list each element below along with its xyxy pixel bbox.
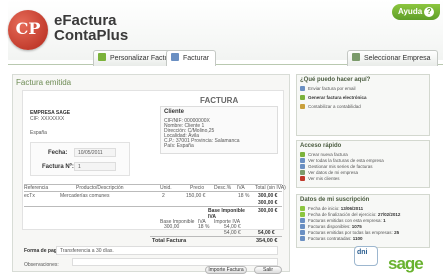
list-icon	[300, 158, 305, 163]
subscription-value: 1075	[351, 224, 362, 229]
importe-factura-button[interactable]: Importe Factura	[205, 266, 247, 274]
table-divider	[24, 191, 282, 192]
salir-button[interactable]: Salir	[254, 266, 282, 274]
logo-text: CP	[15, 19, 41, 38]
quick-link-label: Gestionar mis series de facturas	[308, 164, 373, 169]
actions-box-title: ¿Qué puedo hacer aquí?	[300, 77, 371, 83]
tab-label: Seleccionar Empresa	[364, 55, 431, 62]
subscription-value: 1	[383, 218, 386, 223]
help-icon: ?	[424, 7, 435, 17]
total-value: 354,00 €	[256, 238, 278, 244]
emitter-country: España	[30, 130, 47, 136]
building-icon	[300, 170, 305, 175]
observaciones-field[interactable]	[72, 258, 278, 266]
emitter-cif: CIF: XXXXXXX	[30, 116, 65, 122]
total-divider	[150, 236, 282, 237]
numero-field[interactable]: 1	[74, 162, 116, 171]
subscription-row: Facturas contratadas: 1100	[300, 236, 363, 242]
action-label: Enviar factura por email	[308, 86, 356, 91]
subscription-value: 27/02/2012	[377, 212, 401, 217]
sage-logo: sage	[388, 254, 424, 273]
quick-link-label: Ver mis clientes	[308, 176, 340, 181]
base-value: 300,00 €	[258, 208, 278, 214]
button-label: Salir	[262, 267, 273, 273]
total-label: Total Factura	[152, 238, 187, 244]
invoice-icon	[300, 218, 305, 223]
new-invoice-icon	[300, 152, 305, 157]
subscription-value: 25	[394, 230, 400, 235]
tab-facturar[interactable]: Facturar	[166, 50, 217, 66]
tab-label: Facturar	[183, 55, 210, 62]
quick-link-label: Ver datos de mi empresa	[308, 170, 359, 175]
action-item[interactable]: Enviar factura por email	[300, 86, 356, 92]
ledger-icon	[300, 104, 305, 109]
cell-iva: 18 %	[238, 193, 250, 199]
subscription-value: 1100	[352, 236, 363, 241]
calendar-icon	[300, 212, 305, 217]
calendar-icon	[300, 206, 305, 211]
building-icon	[352, 53, 360, 61]
subscription-label: Facturas emitidas por todas las empresas…	[308, 230, 393, 235]
fecha-field[interactable]: 10/05/2011	[74, 148, 116, 157]
cell-referencia: ecTx	[24, 193, 35, 199]
series-icon	[300, 164, 305, 169]
tab-seleccionar-empresa[interactable]: Seleccionar Empresa	[347, 50, 438, 66]
quick-link-label: Ver todas la facturas de esta empresa	[308, 158, 384, 163]
quick-link-label: Crear nueva factura	[308, 152, 348, 157]
fecha-label: Fecha:	[48, 150, 68, 156]
subscription-value: 13/06/2011	[340, 206, 364, 211]
dni-logo: dni	[354, 246, 378, 266]
users-icon	[300, 176, 305, 181]
subscription-label: Facturas contratadas:	[308, 236, 352, 241]
action-item[interactable]: Generar factura electrónica	[300, 95, 367, 101]
action-label: Contabilizar a contabilidad	[308, 104, 361, 109]
action-label: Generar factura electrónica	[308, 95, 367, 100]
tax-cell: 300,00	[164, 224, 180, 230]
numero-label: Factura Nº:	[42, 164, 74, 170]
help-button[interactable]: Ayuda?	[392, 4, 440, 20]
tab-label: Personalizar Factura	[110, 55, 175, 62]
document-icon	[300, 95, 305, 100]
quick-link[interactable]: Ver mis clientes	[300, 176, 340, 182]
cell-unidades: 2	[162, 193, 165, 199]
cell-descripcion: Mercaderías comunes	[60, 193, 110, 199]
button-label: Importe Factura	[208, 267, 244, 273]
client-heading: Cliente	[164, 109, 185, 115]
pencil-icon	[98, 53, 106, 61]
panel-title: Factura emitida	[16, 78, 72, 87]
invoice-icon	[300, 230, 305, 235]
subscription-label: Facturas emitidas con esta empresa:	[308, 218, 382, 223]
subscription-title: Datos de mi suscripción	[300, 197, 370, 203]
forma-pago-field[interactable]: Transferencia a 30 días.	[56, 246, 278, 255]
invoice-doc-title: FACTURA	[200, 96, 239, 105]
action-item[interactable]: Contabilizar a contabilidad	[300, 104, 361, 110]
table-divider	[24, 206, 282, 207]
invoice-icon	[171, 53, 179, 61]
subscription-label: Fecha de finalización del ejercicio:	[308, 212, 377, 217]
subscription-label: Facturas disponibles:	[308, 224, 351, 229]
brand-line2: ContaPlus	[54, 27, 129, 44]
email-icon	[300, 86, 305, 91]
invoice-icon	[300, 224, 305, 229]
invoice-icon	[300, 236, 305, 241]
contaplus-logo: CP	[8, 10, 48, 50]
observaciones-label: Observaciones:	[24, 262, 59, 268]
subscription-label: Fecha de inicio:	[308, 206, 340, 211]
quick-access-title: Acceso rápido	[300, 143, 342, 149]
cell-precio: 150,00 €	[186, 193, 206, 199]
cell-total: 300,00 €	[258, 193, 278, 199]
tax-cell: 18 %	[198, 224, 210, 230]
client-line: País: España	[164, 143, 194, 149]
dni-label: dni	[357, 249, 368, 256]
help-label: Ayuda	[398, 7, 423, 16]
